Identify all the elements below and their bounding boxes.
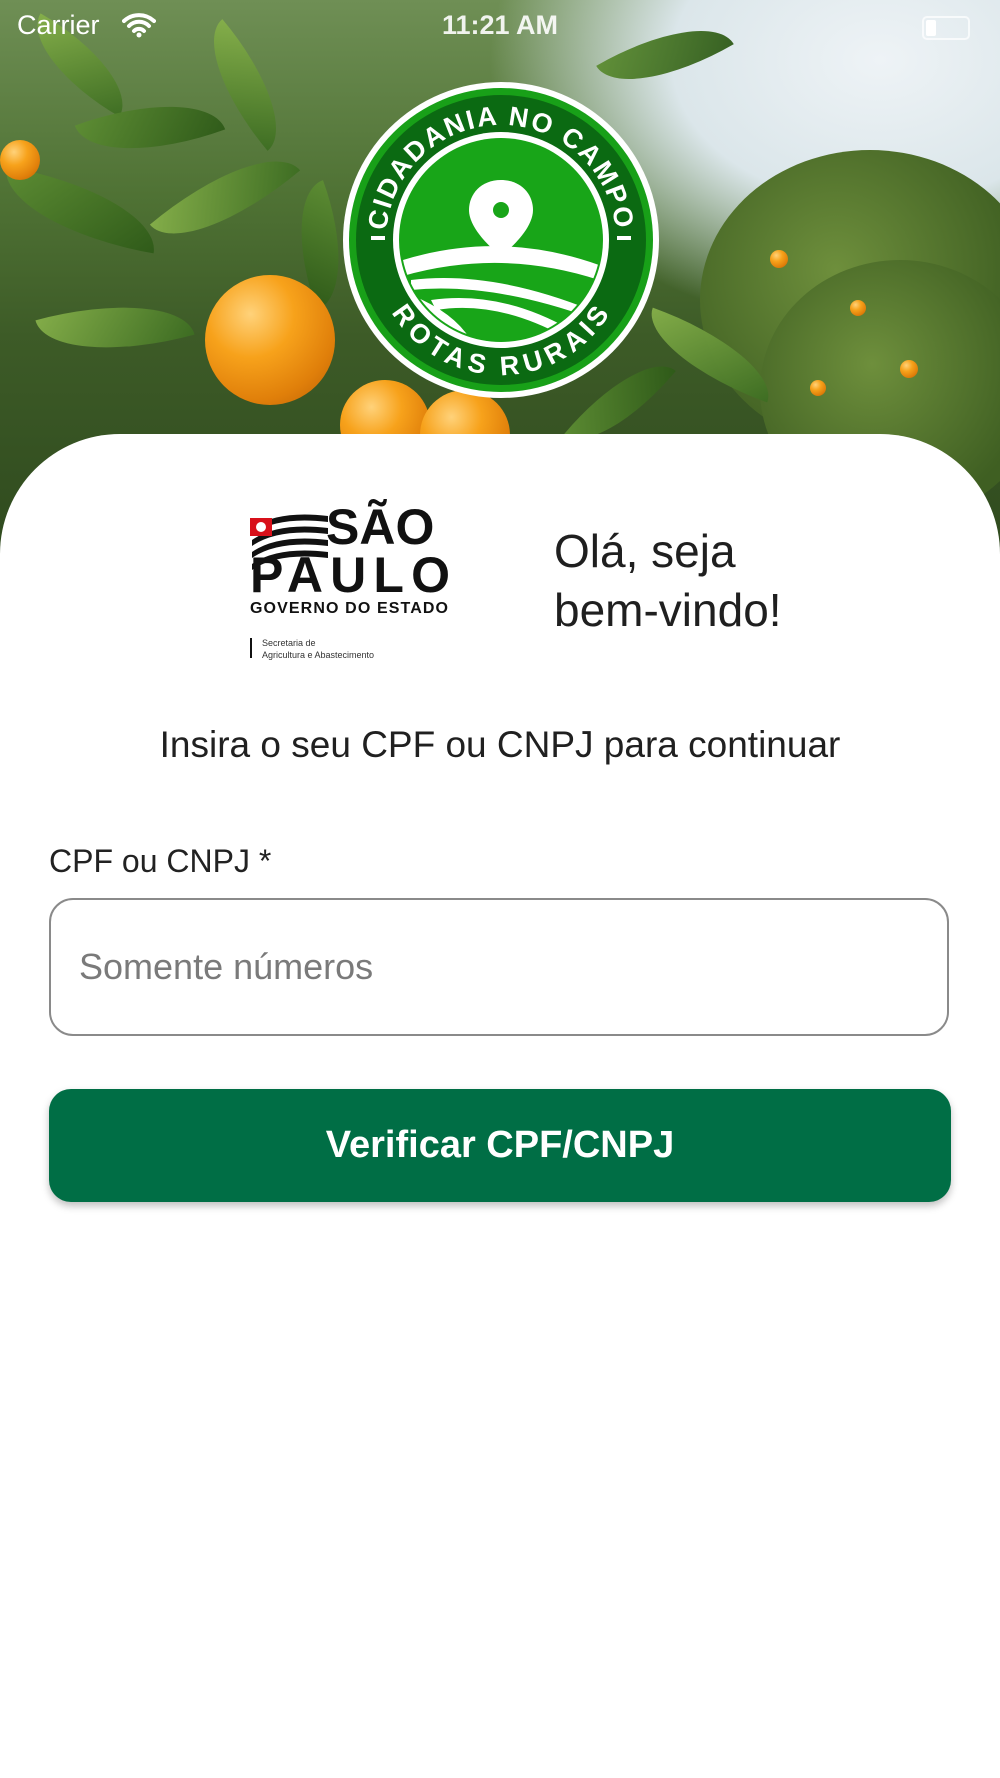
welcome-line-1: Olá, seja xyxy=(554,525,736,577)
logo-governo-text: GOVERNO DO ESTADO xyxy=(250,600,448,617)
welcome-line-2: bem-vindo! xyxy=(554,584,782,636)
cpf-cnpj-label: CPF ou CNPJ * xyxy=(49,843,272,879)
sao-paulo-government-logo: SÃO PAULO GOVERNO DO ESTADO Secretaria d… xyxy=(248,488,453,663)
status-bar: Carrier 11:21 AM xyxy=(0,0,1000,52)
instruction-text: Insira o seu CPF ou CNPJ para continuar xyxy=(159,724,841,765)
welcome-heading: Olá, seja bem-vindo! xyxy=(554,522,914,640)
cpf-cnpj-input[interactable] xyxy=(49,898,949,1036)
logo-agricultura-text: Agricultura e Abastecimento xyxy=(262,650,374,660)
battery-icon xyxy=(922,16,970,40)
clock: 11:21 AM xyxy=(441,10,559,40)
cidadania-no-campo-emblem: CIDADANIA NO CAMPO ROTAS RURAIS xyxy=(341,80,661,400)
logo-secretaria-text: Secretaria de xyxy=(262,638,316,648)
verify-cpf-cnpj-button[interactable]: Verificar CPF/CNPJ xyxy=(49,1089,951,1202)
